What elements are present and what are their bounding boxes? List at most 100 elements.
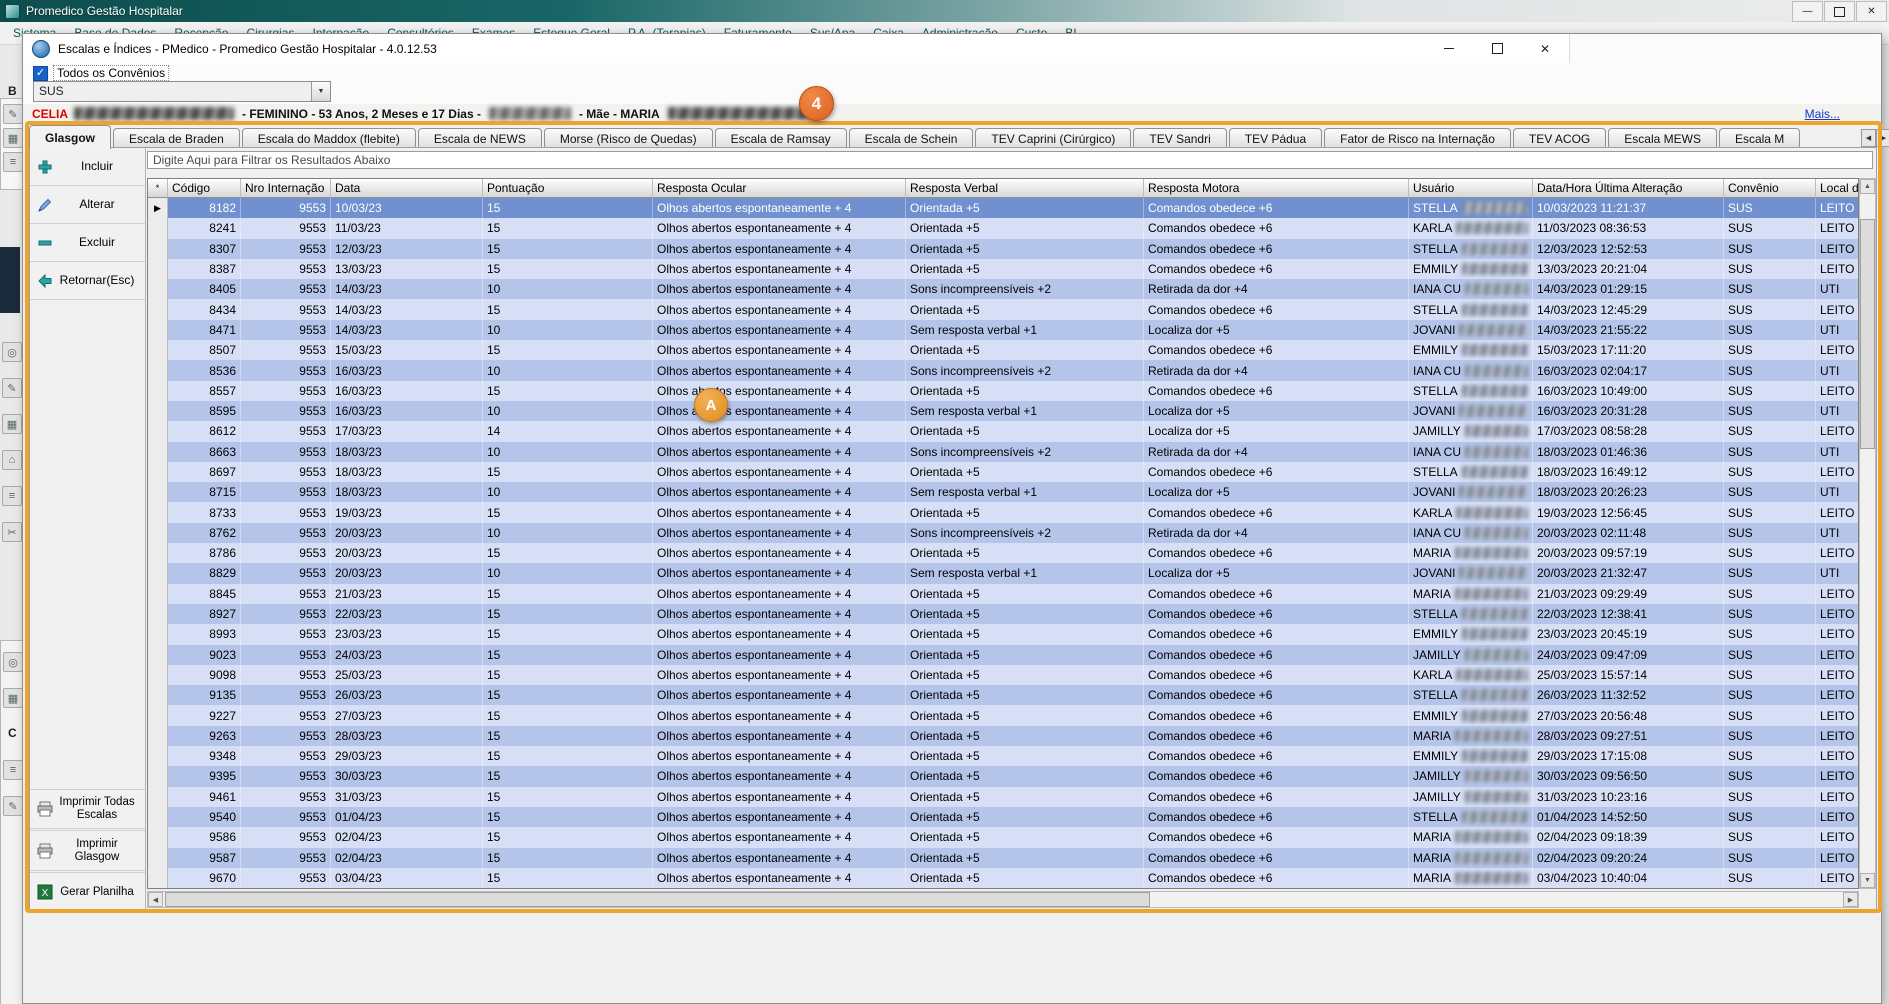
column-header-indicator[interactable]: * bbox=[148, 179, 168, 198]
cell-resposta-motora[interactable]: Comandos obedece +6 bbox=[1144, 543, 1409, 563]
cell-indicator[interactable] bbox=[148, 645, 168, 665]
cell-resposta-verbal[interactable]: Orientada +5 bbox=[906, 766, 1144, 786]
cell-data-hora-ultima-alteracao[interactable]: 18/03/2023 20:26:23 bbox=[1533, 482, 1724, 502]
cell-resposta-motora[interactable]: Comandos obedece +6 bbox=[1144, 502, 1409, 522]
cell-local[interactable]: LEITO bbox=[1816, 239, 1859, 259]
cell-resposta-verbal[interactable]: Orientada +5 bbox=[906, 239, 1144, 259]
cell-data-hora-ultima-alteracao[interactable]: 11/03/2023 08:36:53 bbox=[1533, 218, 1724, 238]
cell-indicator[interactable] bbox=[148, 523, 168, 543]
table-row[interactable]: 8434955314/03/2315Olhos abertos espontan… bbox=[148, 299, 1858, 319]
cell-data[interactable]: 28/03/23 bbox=[331, 726, 483, 746]
cell-resposta-motora[interactable]: Comandos obedece +6 bbox=[1144, 685, 1409, 705]
cell-resposta-ocular[interactable]: Olhos abertos espontaneamente + 4 bbox=[653, 381, 906, 401]
cell-resposta-verbal[interactable]: Orientada +5 bbox=[906, 807, 1144, 827]
cell-convenio[interactable]: SUS bbox=[1724, 320, 1816, 340]
cell-indicator[interactable] bbox=[148, 340, 168, 360]
cell-indicator[interactable] bbox=[148, 705, 168, 725]
cell-pontuacao[interactable]: 15 bbox=[483, 848, 653, 868]
cell-data-hora-ultima-alteracao[interactable]: 01/04/2023 14:52:50 bbox=[1533, 807, 1724, 827]
cell-codigo[interactable]: 8927 bbox=[168, 604, 241, 624]
table-row[interactable]: ▶8182955310/03/2315Olhos abertos esponta… bbox=[148, 198, 1858, 218]
cell-resposta-verbal[interactable]: Orientada +5 bbox=[906, 746, 1144, 766]
tab-fator-de-risco-na-interna-o[interactable]: Fator de Risco na Internação bbox=[1324, 128, 1511, 149]
cell-pontuacao[interactable]: 10 bbox=[483, 563, 653, 583]
cell-codigo[interactable]: 9023 bbox=[168, 645, 241, 665]
cell-usuario[interactable]: STELLA bbox=[1409, 807, 1533, 827]
cell-resposta-ocular[interactable]: Olhos abertos espontaneamente + 4 bbox=[653, 442, 906, 462]
table-row[interactable]: 8927955322/03/2315Olhos abertos espontan… bbox=[148, 604, 1858, 624]
cell-convenio[interactable]: SUS bbox=[1724, 299, 1816, 319]
cell-data-hora-ultima-alteracao[interactable]: 14/03/2023 21:55:22 bbox=[1533, 320, 1724, 340]
cell-indicator[interactable] bbox=[148, 502, 168, 522]
cell-pontuacao[interactable]: 15 bbox=[483, 868, 653, 888]
cell-resposta-verbal[interactable]: Sons incompreensíveis +2 bbox=[906, 442, 1144, 462]
cell-convenio[interactable]: SUS bbox=[1724, 827, 1816, 847]
cell-usuario[interactable]: STELLA bbox=[1409, 462, 1533, 482]
cell-data[interactable]: 11/03/23 bbox=[331, 218, 483, 238]
cell-convenio[interactable]: SUS bbox=[1724, 868, 1816, 888]
table-row[interactable]: 8762955320/03/2310Olhos abertos espontan… bbox=[148, 523, 1858, 543]
table-row[interactable]: 8241955311/03/2315Olhos abertos espontan… bbox=[148, 218, 1858, 238]
cell-indicator[interactable] bbox=[148, 482, 168, 502]
tab-escala-do-maddox-flebite[interactable]: Escala do Maddox (flebite) bbox=[242, 128, 416, 149]
cell-resposta-ocular[interactable]: Olhos abertos espontaneamente + 4 bbox=[653, 685, 906, 705]
cell-data-hora-ultima-alteracao[interactable]: 31/03/2023 10:23:16 bbox=[1533, 787, 1724, 807]
cell-usuario[interactable]: IANA CU bbox=[1409, 360, 1533, 380]
filter-input[interactable] bbox=[147, 151, 1873, 169]
cell-resposta-motora[interactable]: Localiza dor +5 bbox=[1144, 421, 1409, 441]
cell-codigo[interactable]: 8536 bbox=[168, 360, 241, 380]
cell-data[interactable]: 14/03/23 bbox=[331, 320, 483, 340]
cell-data-hora-ultima-alteracao[interactable]: 27/03/2023 20:56:48 bbox=[1533, 705, 1724, 725]
cell-resposta-ocular[interactable]: Olhos abertos espontaneamente + 4 bbox=[653, 482, 906, 502]
cell-resposta-motora[interactable]: Comandos obedece +6 bbox=[1144, 239, 1409, 259]
cell-usuario[interactable]: MARIA bbox=[1409, 848, 1533, 868]
cell-convenio[interactable]: SUS bbox=[1724, 198, 1816, 218]
cell-resposta-ocular[interactable]: Olhos abertos espontaneamente + 4 bbox=[653, 787, 906, 807]
cell-resposta-ocular[interactable]: Olhos abertos espontaneamente + 4 bbox=[653, 705, 906, 725]
cell-resposta-motora[interactable]: Comandos obedece +6 bbox=[1144, 868, 1409, 888]
table-row[interactable]: 8993955323/03/2315Olhos abertos espontan… bbox=[148, 624, 1858, 644]
cell-data[interactable]: 14/03/23 bbox=[331, 279, 483, 299]
cell-local[interactable]: LEITO bbox=[1816, 299, 1859, 319]
cell-convenio[interactable]: SUS bbox=[1724, 360, 1816, 380]
table-row[interactable]: 8829955320/03/2310Olhos abertos espontan… bbox=[148, 563, 1858, 583]
cell-indicator[interactable] bbox=[148, 827, 168, 847]
cell-convenio[interactable]: SUS bbox=[1724, 462, 1816, 482]
cell-nro-internacao[interactable]: 9553 bbox=[241, 787, 331, 807]
cell-resposta-motora[interactable]: Comandos obedece +6 bbox=[1144, 198, 1409, 218]
imprimir-glasgow-button[interactable]: Imprimir Glasgow bbox=[30, 830, 145, 871]
cell-codigo[interactable]: 8557 bbox=[168, 381, 241, 401]
cell-usuario[interactable]: STELLA bbox=[1409, 299, 1533, 319]
cell-resposta-verbal[interactable]: Orientada +5 bbox=[906, 624, 1144, 644]
cell-data-hora-ultima-alteracao[interactable]: 02/04/2023 09:18:39 bbox=[1533, 827, 1724, 847]
cell-codigo[interactable]: 9395 bbox=[168, 766, 241, 786]
cell-data-hora-ultima-alteracao[interactable]: 20/03/2023 09:57:19 bbox=[1533, 543, 1724, 563]
cell-usuario[interactable]: JAMILLY bbox=[1409, 787, 1533, 807]
cell-indicator[interactable] bbox=[148, 787, 168, 807]
cell-convenio[interactable]: SUS bbox=[1724, 543, 1816, 563]
cell-data[interactable]: 13/03/23 bbox=[331, 259, 483, 279]
cell-resposta-motora[interactable]: Comandos obedece +6 bbox=[1144, 787, 1409, 807]
table-row[interactable]: 9395955330/03/2315Olhos abertos espontan… bbox=[148, 766, 1858, 786]
cell-local[interactable]: LEITO bbox=[1816, 259, 1859, 279]
cell-local[interactable]: LEITO bbox=[1816, 198, 1859, 218]
table-row[interactable]: 8557955316/03/2315Olhos abertos espontan… bbox=[148, 381, 1858, 401]
cell-local[interactable]: UTI bbox=[1816, 360, 1859, 380]
cell-codigo[interactable]: 8405 bbox=[168, 279, 241, 299]
cell-data-hora-ultima-alteracao[interactable]: 18/03/2023 16:49:12 bbox=[1533, 462, 1724, 482]
cell-resposta-verbal[interactable]: Orientada +5 bbox=[906, 645, 1144, 665]
cell-local[interactable]: UTI bbox=[1816, 401, 1859, 421]
vertical-scrollbar[interactable]: ▲ ▼ bbox=[1859, 178, 1876, 889]
cell-data[interactable]: 20/03/23 bbox=[331, 523, 483, 543]
table-row[interactable]: 9540955301/04/2315Olhos abertos espontan… bbox=[148, 807, 1858, 827]
cell-resposta-motora[interactable]: Comandos obedece +6 bbox=[1144, 604, 1409, 624]
cell-nro-internacao[interactable]: 9553 bbox=[241, 279, 331, 299]
table-row[interactable]: 8536955316/03/2310Olhos abertos espontan… bbox=[148, 360, 1858, 380]
cell-pontuacao[interactable]: 10 bbox=[483, 523, 653, 543]
cell-resposta-verbal[interactable]: Sem resposta verbal +1 bbox=[906, 482, 1144, 502]
cell-codigo[interactable]: 8434 bbox=[168, 299, 241, 319]
main-maximize-button[interactable] bbox=[1824, 1, 1855, 22]
cell-resposta-motora[interactable]: Comandos obedece +6 bbox=[1144, 584, 1409, 604]
cell-pontuacao[interactable]: 15 bbox=[483, 705, 653, 725]
cell-usuario[interactable]: EMMILY bbox=[1409, 624, 1533, 644]
